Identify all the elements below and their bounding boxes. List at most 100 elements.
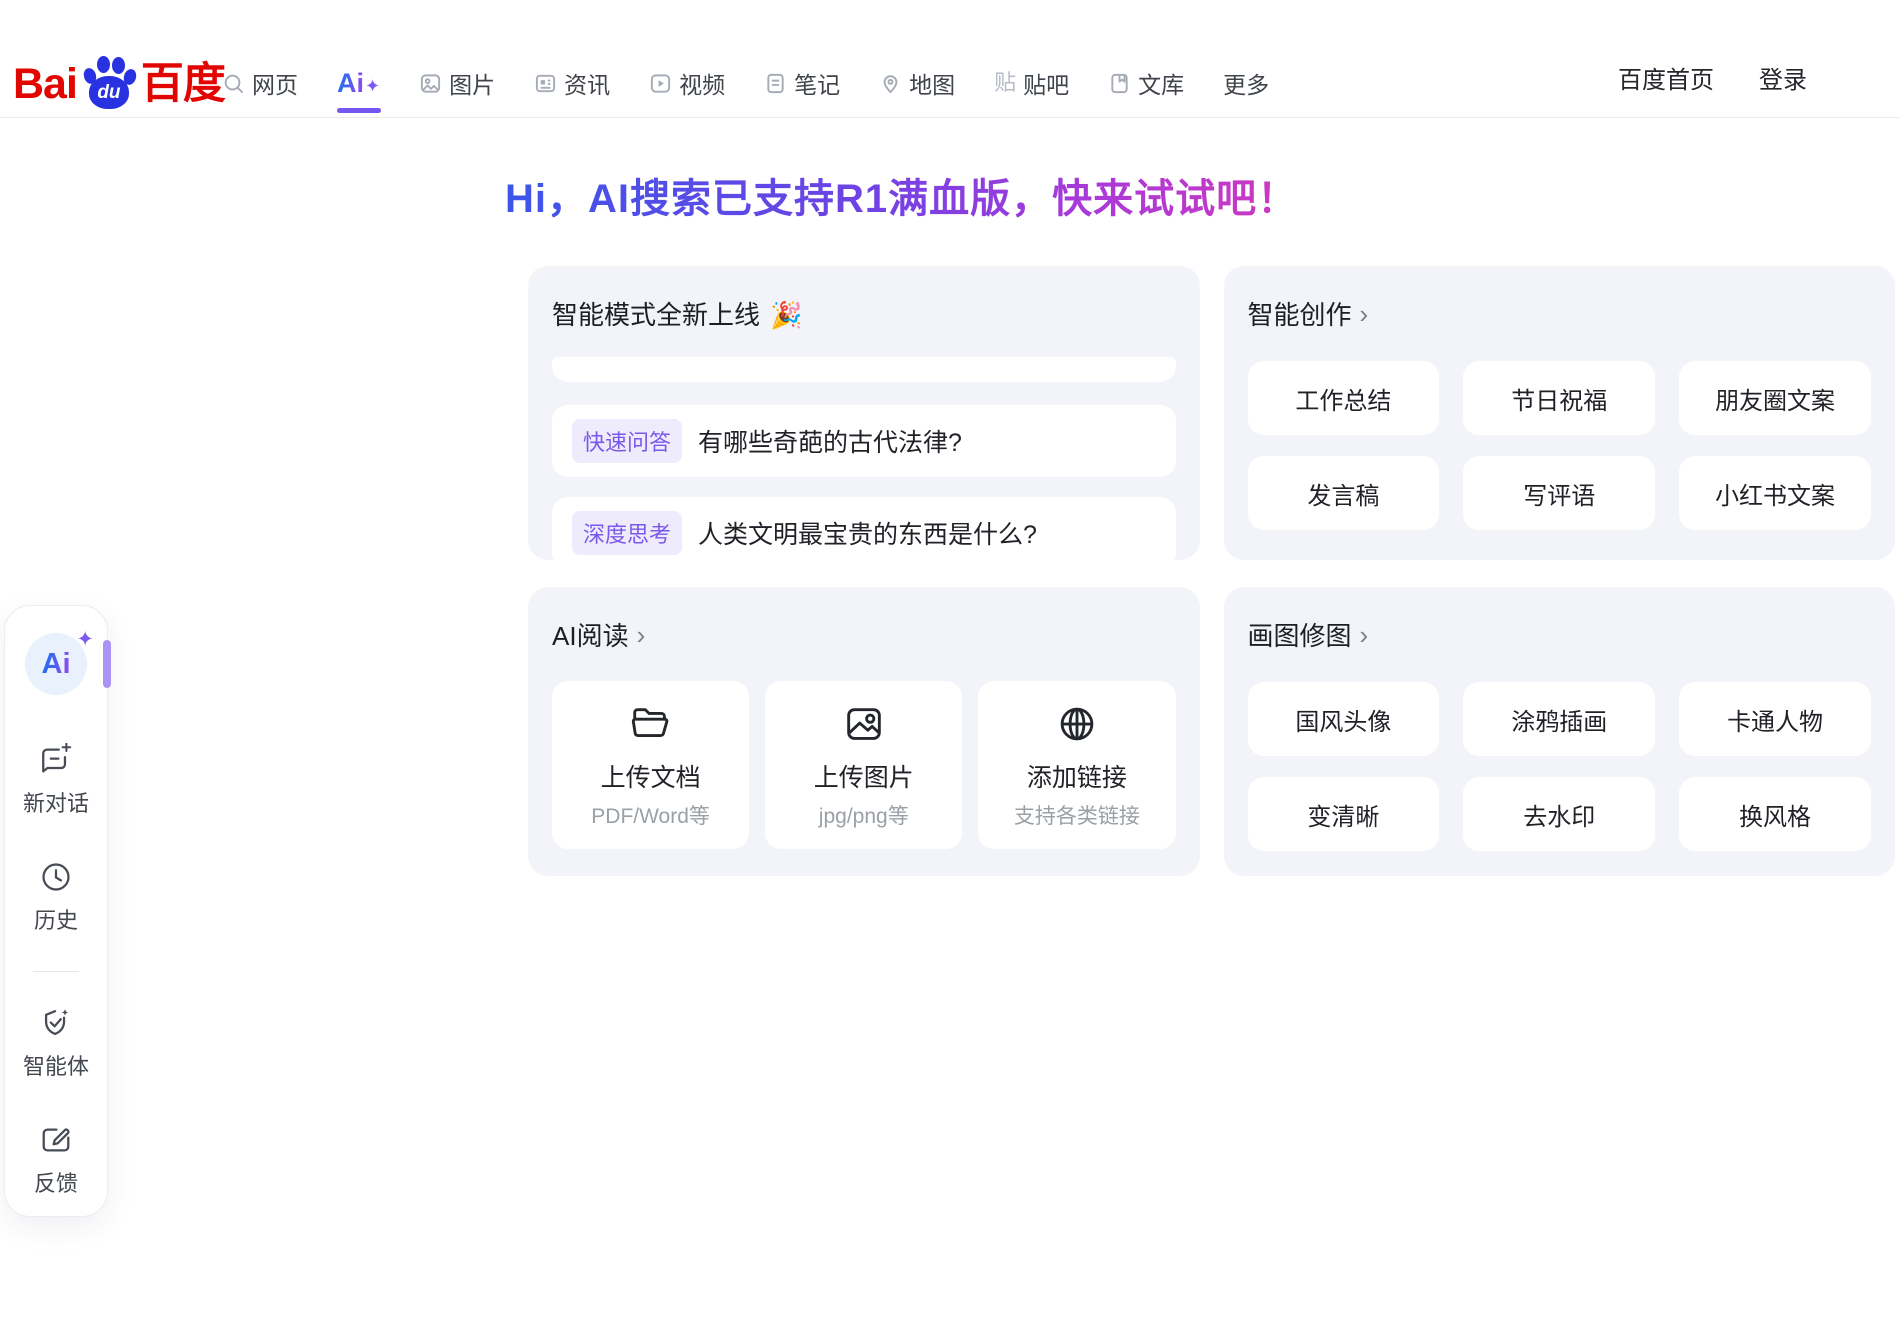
tile-label: 添加链接 bbox=[1027, 758, 1127, 794]
sidebar-item-label: 历史 bbox=[34, 903, 78, 935]
button-remove-watermark[interactable]: 去水印 bbox=[1463, 777, 1655, 851]
nav-item-video[interactable]: 视频 bbox=[649, 66, 725, 100]
chevron-right-icon: › bbox=[1360, 620, 1369, 651]
new-chat-icon bbox=[39, 743, 73, 777]
sidebar-handle[interactable] bbox=[103, 640, 111, 688]
video-icon bbox=[649, 72, 672, 95]
button-enhance-clarity[interactable]: 变清晰 bbox=[1248, 777, 1440, 851]
button-guofeng-avatar[interactable]: 国风头像 bbox=[1248, 682, 1440, 756]
sidebar-item-new-chat[interactable]: 新对话 bbox=[23, 743, 89, 818]
baidu-logo[interactable]: Bai du 百度 bbox=[13, 56, 225, 106]
library-icon bbox=[1108, 72, 1131, 95]
baidu-paw-icon: du bbox=[80, 56, 138, 112]
baidu-home-link[interactable]: 百度首页 bbox=[1618, 60, 1714, 95]
top-nav: 网页 Ai✦ 图片 资讯 视频 笔记 bbox=[222, 58, 1269, 108]
nav-item-tieba[interactable]: 贴 贴吧 bbox=[994, 66, 1069, 100]
nav-label: 网页 bbox=[252, 66, 298, 100]
search-icon bbox=[222, 72, 245, 95]
floating-sidebar: Ai ✦ 新对话 历史 智能体 反馈 bbox=[4, 605, 108, 1217]
hero-title: Hi，AI搜索已支持R1满血版，快来试试吧！ bbox=[505, 166, 1298, 224]
nav-item-library[interactable]: 文库 bbox=[1108, 66, 1184, 100]
nav-item-more[interactable]: 更多 bbox=[1223, 66, 1269, 100]
smart-create-buttons: 工作总结 节日祝福 朋友圈文案 发言稿 写评语 小红书文案 bbox=[1248, 361, 1872, 530]
card-image-edit: 画图修图 › 国风头像 涂鸦插画 卡通人物 变清晰 去水印 换风格 bbox=[1224, 587, 1896, 876]
button-work-summary[interactable]: 工作总结 bbox=[1248, 361, 1440, 435]
sidebar-divider bbox=[33, 971, 79, 972]
button-holiday-greeting[interactable]: 节日祝福 bbox=[1463, 361, 1655, 435]
tile-upload-document[interactable]: 上传文档 PDF/Word等 bbox=[552, 681, 749, 849]
nav-label: 视频 bbox=[679, 66, 725, 100]
top-header: Bai du 百度 网页 Ai✦ 图片 bbox=[0, 0, 1900, 118]
card-ai-reading-title[interactable]: AI阅读 › bbox=[552, 621, 645, 652]
ai-plus-logo-icon: Ai✦ bbox=[337, 68, 380, 99]
sidebar-item-agents[interactable]: 智能体 bbox=[23, 1006, 89, 1081]
card-smart-mode-title: 智能模式全新上线 🎉 bbox=[552, 300, 802, 331]
chevron-right-icon: › bbox=[637, 620, 646, 651]
tile-label: 上传文档 bbox=[601, 758, 701, 794]
party-popper-emoji: 🎉 bbox=[770, 300, 802, 331]
ai-reading-tiles: 上传文档 PDF/Word等 上传图片 jpg/png等 添加链接 支持各类链接 bbox=[552, 681, 1176, 849]
note-icon bbox=[764, 72, 787, 95]
sidebar-item-feedback[interactable]: 反馈 bbox=[34, 1123, 78, 1198]
tieba-icon: 贴 bbox=[994, 72, 1016, 94]
logo-text-bai: Bai bbox=[13, 63, 77, 106]
sidebar-item-label: 新对话 bbox=[23, 786, 89, 818]
sparkle-icon: ✦ bbox=[76, 627, 94, 652]
nav-item-images[interactable]: 图片 bbox=[419, 66, 495, 100]
card-smart-mode: 智能模式全新上线 🎉 快速问答 有哪些奇葩的古代法律? 深度思考 人类文明最宝贵… bbox=[528, 266, 1200, 560]
agent-icon bbox=[39, 1006, 73, 1040]
suggestion-text: 人类文明最宝贵的东西是什么? bbox=[698, 515, 1037, 551]
tile-sublabel: 支持各类链接 bbox=[1014, 800, 1140, 830]
picture-icon bbox=[841, 701, 887, 747]
cards-grid: 智能模式全新上线 🎉 快速问答 有哪些奇葩的古代法律? 深度思考 人类文明最宝贵… bbox=[528, 266, 1895, 876]
scrolling-suggestion-peek bbox=[552, 357, 1176, 382]
nav-item-maps[interactable]: 地图 bbox=[879, 66, 955, 100]
logo-text-du: du bbox=[89, 76, 129, 109]
card-smart-create: 智能创作 › 工作总结 节日祝福 朋友圈文案 发言稿 写评语 小红书文案 bbox=[1224, 266, 1896, 560]
tile-add-link[interactable]: 添加链接 支持各类链接 bbox=[978, 681, 1175, 849]
feedback-icon bbox=[39, 1123, 73, 1157]
nav-item-news[interactable]: 资讯 bbox=[534, 66, 610, 100]
nav-label: 贴吧 bbox=[1023, 66, 1069, 100]
button-moments-copy[interactable]: 朋友圈文案 bbox=[1679, 361, 1871, 435]
image-edit-buttons: 国风头像 涂鸦插画 卡通人物 变清晰 去水印 换风格 bbox=[1248, 682, 1872, 851]
button-speech-draft[interactable]: 发言稿 bbox=[1248, 456, 1440, 530]
sidebar-ai-logo[interactable]: Ai ✦ bbox=[25, 633, 87, 695]
button-write-comments[interactable]: 写评语 bbox=[1463, 456, 1655, 530]
baidu-ai-page: Bai du 百度 网页 Ai✦ 图片 bbox=[0, 0, 1900, 1326]
tile-upload-image[interactable]: 上传图片 jpg/png等 bbox=[765, 681, 962, 849]
tile-label: 上传图片 bbox=[814, 758, 914, 794]
history-icon bbox=[39, 860, 73, 894]
nav-item-notes[interactable]: 笔记 bbox=[764, 66, 840, 100]
nav-item-webpage[interactable]: 网页 bbox=[222, 66, 298, 100]
nav-label: 文库 bbox=[1138, 66, 1184, 100]
deep-think-badge: 深度思考 bbox=[572, 511, 682, 555]
card-image-edit-title[interactable]: 画图修图 › bbox=[1248, 621, 1369, 652]
quick-answer-badge: 快速问答 bbox=[572, 419, 682, 463]
nav-label: 地图 bbox=[909, 66, 955, 100]
sidebar-item-label: 智能体 bbox=[23, 1049, 89, 1081]
nav-label: 资讯 bbox=[564, 66, 610, 100]
header-links: 百度首页 登录 bbox=[1618, 52, 1807, 102]
nav-label: 更多 bbox=[1223, 66, 1269, 100]
sidebar-item-history[interactable]: 历史 bbox=[34, 860, 78, 935]
image-icon bbox=[419, 72, 442, 95]
suggestion-quick-answer[interactable]: 快速问答 有哪些奇葩的古代法律? bbox=[552, 405, 1176, 477]
sidebar-item-label: 反馈 bbox=[34, 1166, 78, 1198]
nav-item-ai-plus[interactable]: Ai✦ bbox=[337, 68, 380, 99]
button-xiaohongshu-copy[interactable]: 小红书文案 bbox=[1679, 456, 1871, 530]
card-smart-create-title[interactable]: 智能创作 › bbox=[1248, 300, 1369, 331]
folder-open-icon bbox=[628, 701, 674, 747]
card-ai-reading: AI阅读 › 上传文档 PDF/Word等 上传图片 jpg/png等 添加链接 bbox=[528, 587, 1200, 876]
login-link[interactable]: 登录 bbox=[1759, 60, 1807, 95]
nav-label: 笔记 bbox=[794, 66, 840, 100]
sparkle-icon: ✦ bbox=[365, 76, 380, 96]
tile-sublabel: PDF/Word等 bbox=[591, 800, 710, 830]
suggestion-deep-think[interactable]: 深度思考 人类文明最宝贵的东西是什么? bbox=[552, 497, 1176, 560]
button-change-style[interactable]: 换风格 bbox=[1679, 777, 1871, 851]
button-doodle-illustration[interactable]: 涂鸦插画 bbox=[1463, 682, 1655, 756]
button-cartoon-character[interactable]: 卡通人物 bbox=[1679, 682, 1871, 756]
map-pin-icon bbox=[879, 72, 902, 95]
suggestion-text: 有哪些奇葩的古代法律? bbox=[698, 423, 962, 459]
chevron-right-icon: › bbox=[1360, 299, 1369, 330]
